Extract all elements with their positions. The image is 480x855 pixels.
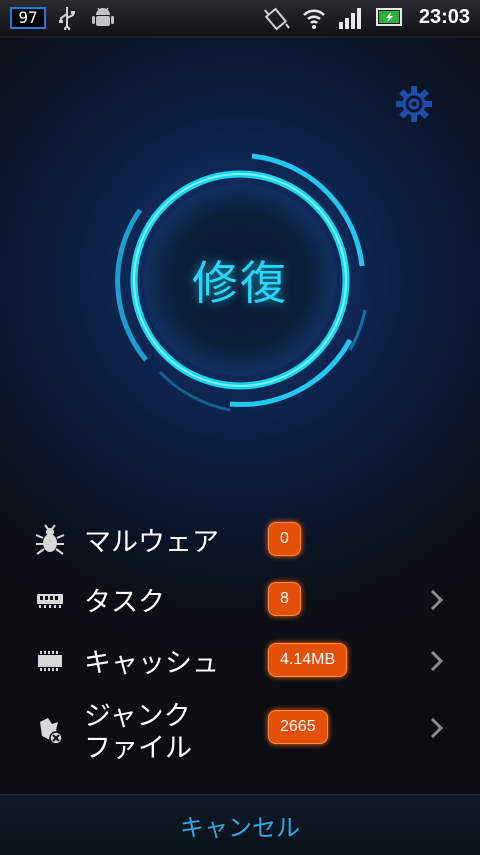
signal-icon — [339, 8, 361, 29]
status-bar: 97 23:03 — [0, 0, 480, 38]
memory-icon — [37, 594, 63, 608]
wifi-icon — [303, 9, 325, 29]
tasks-row[interactable]: タスク 8 — [0, 570, 480, 630]
clock: 23:03 — [418, 6, 470, 28]
tasks-count-badge: 8 — [268, 582, 301, 616]
bug-icon — [35, 524, 65, 555]
junk-files-icon — [40, 718, 63, 745]
malware-label: マルウェア — [84, 527, 219, 558]
chevron-right-icon[interactable] — [426, 716, 446, 740]
gear-icon[interactable] — [394, 84, 434, 124]
cache-label: キャッシュ — [84, 648, 219, 679]
chevron-right-icon[interactable] — [426, 588, 446, 612]
battery-level-indicator: 97 — [10, 7, 46, 29]
junk-files-row[interactable]: ジャンク ファイル 2665 — [0, 694, 480, 764]
main-panel: 修復 マルウェア 0 タスク 8 キャッシュ 4.14MB ジャンク ファイル … — [0, 38, 480, 794]
cancel-button[interactable]: キャンセル — [0, 794, 480, 855]
android-debug-icon — [92, 7, 114, 26]
cache-size-badge: 4.14MB — [268, 643, 348, 677]
chip-icon — [38, 651, 62, 671]
vibrate-icon — [264, 7, 290, 31]
cache-row[interactable]: キャッシュ 4.14MB — [0, 631, 480, 691]
tasks-label: タスク — [84, 587, 165, 618]
chevron-right-icon[interactable] — [426, 649, 446, 673]
malware-row: マルウェア 0 — [0, 510, 480, 570]
junk-files-label-line2: ファイル — [84, 733, 192, 764]
malware-count-badge: 0 — [268, 522, 301, 556]
repair-button[interactable]: 修復 — [100, 140, 380, 420]
junk-files-count-badge: 2665 — [268, 710, 328, 744]
usb-icon — [59, 7, 75, 30]
battery-charging-icon — [376, 8, 402, 26]
repair-label: 修復 — [192, 256, 288, 310]
